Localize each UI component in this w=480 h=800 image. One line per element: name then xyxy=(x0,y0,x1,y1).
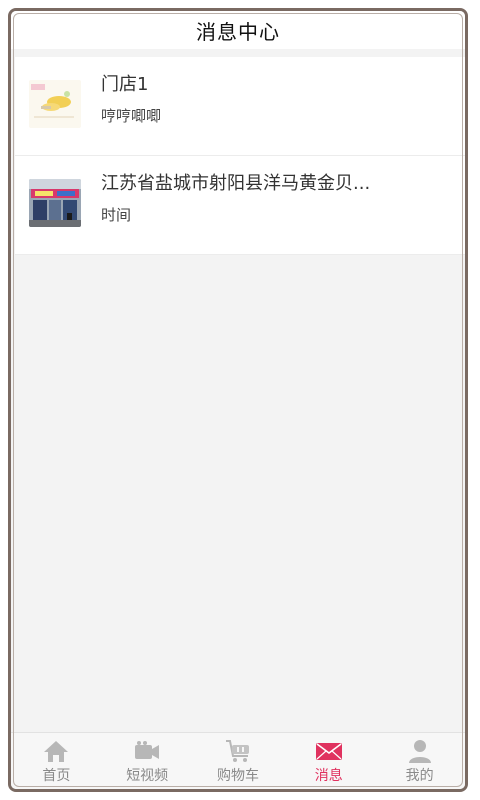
message-text: 门店1 哼哼唧唧 xyxy=(101,73,455,127)
tab-label: 购物车 xyxy=(216,768,259,784)
header-bar: 消息中心 xyxy=(11,11,465,49)
phone-frame: 消息中心 门店1 哼哼唧唧 江苏省盐城市射阳县洋马黄金贝... 时间 首页 短视… xyxy=(8,8,468,792)
bottom-tab-bar: 首页 短视频 购物车 消息 我的 xyxy=(11,732,465,789)
tab-label: 我的 xyxy=(405,768,434,784)
cart-icon xyxy=(225,740,249,762)
message-title: 门店1 xyxy=(101,74,149,95)
tab-label: 短视频 xyxy=(126,768,169,784)
storefront-photo xyxy=(29,179,81,227)
user-icon xyxy=(408,740,431,763)
storefront-photo-image xyxy=(29,179,81,227)
mail-icon xyxy=(315,743,342,760)
store-thumbnail-image xyxy=(29,80,81,128)
home-icon xyxy=(44,741,69,762)
page-title: 消息中心 xyxy=(196,19,280,44)
tab-messages[interactable]: 消息 xyxy=(283,733,374,789)
tab-label: 消息 xyxy=(314,768,343,784)
store-thumbnail xyxy=(29,80,81,128)
message-subtitle: 时间 xyxy=(101,206,132,224)
message-subtitle: 哼哼唧唧 xyxy=(101,107,162,125)
tab-home[interactable]: 首页 xyxy=(11,733,102,789)
message-title: 江苏省盐城市射阳县洋马黄金贝... xyxy=(101,173,371,194)
tab-label: 首页 xyxy=(42,768,71,784)
tab-cart[interactable]: 购物车 xyxy=(193,733,284,789)
message-text: 江苏省盐城市射阳县洋马黄金贝... 时间 xyxy=(101,172,455,226)
message-item[interactable]: 江苏省盐城市射阳县洋马黄金贝... 时间 xyxy=(15,156,465,255)
message-list: 门店1 哼哼唧唧 江苏省盐城市射阳县洋马黄金贝... 时间 xyxy=(15,57,465,255)
message-item[interactable]: 门店1 哼哼唧唧 xyxy=(15,57,465,156)
tab-short-video[interactable]: 短视频 xyxy=(102,733,193,789)
video-camera-icon xyxy=(135,741,160,759)
tab-profile[interactable]: 我的 xyxy=(374,733,465,789)
